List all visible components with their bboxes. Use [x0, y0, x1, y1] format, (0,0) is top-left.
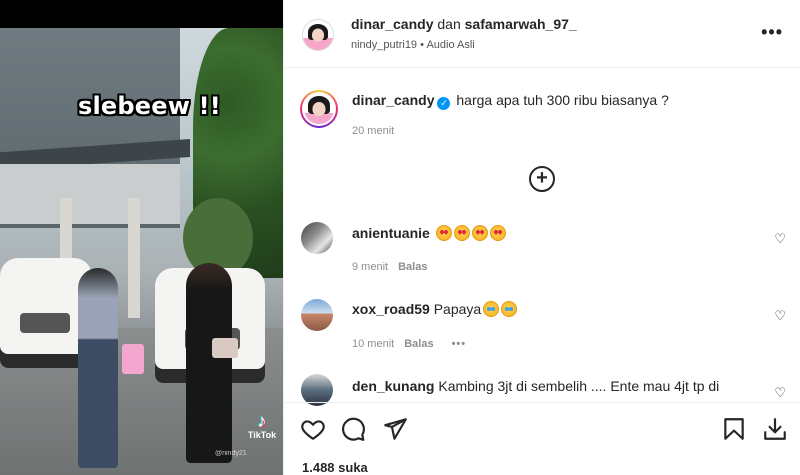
like-count[interactable]: 1.488 suka [302, 460, 368, 475]
comment-username[interactable]: xox_road59 [352, 301, 430, 317]
beige-bag [212, 338, 238, 358]
comment-time[interactable]: 10 menit [352, 338, 394, 350]
post-header: dinar_candy dan safamarwah_97_ nindy_put… [284, 0, 800, 68]
reply-button[interactable]: Balas [398, 261, 427, 273]
commenter-avatar[interactable] [301, 222, 333, 254]
verified-icon: ✓ [437, 97, 451, 110]
save-icon[interactable] [721, 416, 747, 442]
audio-info: nindy_putri19 • Audio Asli [351, 39, 475, 51]
heart-eyes-emoji [453, 225, 470, 241]
tiktok-handle: @nindy21 [215, 450, 247, 457]
audio-user-link[interactable]: nindy_putri19 [351, 39, 417, 51]
audio-link[interactable]: Audio Asli [426, 39, 474, 51]
comment-username[interactable]: den_kunang [352, 378, 434, 394]
comment-username[interactable]: anientuanie [352, 225, 430, 241]
collab-authors: dinar_candy dan safamarwah_97_ [351, 16, 577, 32]
action-bar [284, 402, 800, 454]
comment-text: Kambing 3jt di sembelih .... Ente mau 4j… [438, 378, 720, 394]
coauthor-link[interactable]: safamarwah_97_ [465, 16, 577, 32]
laughing-emoji [501, 301, 518, 317]
comment-more-icon[interactable]: ••• [452, 338, 467, 350]
heart-eyes-emoji [471, 225, 488, 241]
woman-black-dress [186, 263, 232, 463]
heart-icon[interactable]: ♡ [774, 385, 786, 401]
joiner-text: dan [437, 16, 461, 32]
pillar-shape [128, 198, 140, 318]
more-icon[interactable]: ••• [761, 23, 783, 41]
woman-grey-top [78, 268, 118, 468]
comment: den_kunang Kambing 3jt di sembelih .... … [352, 378, 719, 394]
plus-circle-icon[interactable]: + [529, 166, 555, 192]
caption-avatar[interactable] [300, 90, 338, 128]
heart-icon[interactable]: ♡ [774, 308, 786, 324]
video-player[interactable]: slebeew !! ♪ TikTok @nindy21 [0, 0, 283, 475]
laughing-emoji [483, 301, 500, 317]
comment-icon[interactable] [340, 416, 366, 442]
comment: xox_road59 Papaya [352, 301, 518, 317]
caption-body: harga apa tuh 300 ribu biasanya ? [456, 92, 669, 108]
caption-username[interactable]: dinar_candy [352, 92, 434, 108]
tiktok-label: TikTok [247, 430, 277, 440]
like-heart-icon[interactable] [300, 416, 326, 442]
heart-eyes-emoji [435, 225, 452, 241]
tiktok-logo: ♪ TikTok [245, 412, 279, 440]
comment-meta: 10 menit Balas ••• [352, 338, 466, 350]
author-avatar[interactable] [302, 19, 334, 51]
post-panel: dinar_candy dan safamarwah_97_ nindy_put… [283, 0, 800, 475]
heart-icon[interactable]: ♡ [774, 231, 786, 247]
comment: anientuanie [352, 225, 506, 241]
author-link[interactable]: dinar_candy [351, 16, 433, 32]
tiktok-note-icon: ♪ [257, 411, 267, 431]
video-overlay-text: slebeew !! [78, 92, 221, 120]
separator-dot: • [420, 39, 424, 51]
reply-button[interactable]: Balas [404, 338, 433, 350]
post-caption: dinar_candy ✓ harga apa tuh 300 ribu bias… [352, 92, 772, 110]
download-icon[interactable] [762, 416, 788, 442]
share-icon[interactable] [382, 416, 408, 442]
pink-bag [122, 344, 144, 374]
lobby-shape [0, 164, 180, 224]
commenter-avatar[interactable] [301, 299, 333, 331]
heart-eyes-emoji [489, 225, 506, 241]
comment-text: Papaya [433, 301, 482, 317]
comment-time[interactable]: 9 menit [352, 261, 388, 273]
comment-meta: 9 menit Balas [352, 261, 427, 273]
caption-timestamp[interactable]: 20 menit [352, 125, 394, 137]
